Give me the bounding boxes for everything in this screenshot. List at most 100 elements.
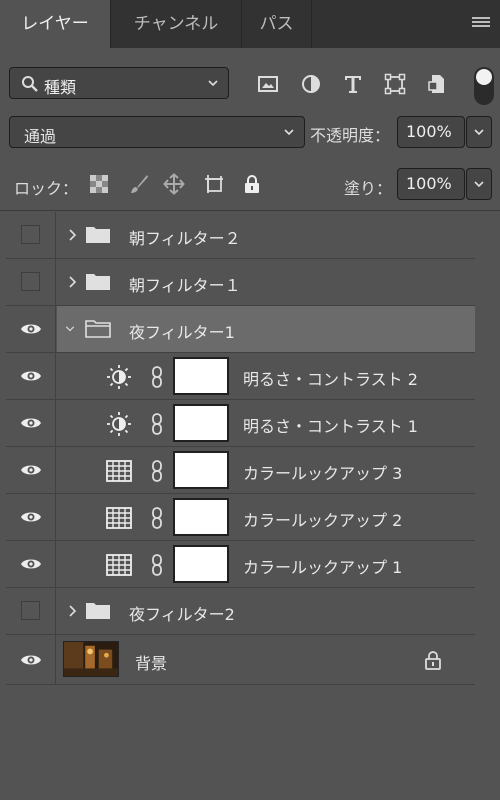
layer-row-selected[interactable]: 夜フィルター1 (6, 306, 475, 353)
layer-name: 明るさ・コントラスト 2 (243, 370, 418, 389)
color-lookup-icon (106, 460, 132, 482)
blend-mode-label: 通過 (24, 127, 57, 146)
filter-kind-label: 種類 (44, 78, 77, 97)
layer-row[interactable]: 背景 (6, 635, 475, 685)
layer-row[interactable]: 明るさ・コントラスト 2 (6, 353, 475, 400)
chevron-down-icon (208, 80, 218, 87)
tab-paths[interactable]: パス (242, 0, 312, 48)
blend-mode-select[interactable]: 通過 (9, 116, 305, 148)
fill-label: 塗り： (344, 179, 393, 198)
layer-filter-select[interactable]: 種類 (9, 67, 229, 99)
chevron-right-icon[interactable] (66, 274, 78, 290)
eye-icon (21, 655, 41, 665)
brightness-contrast-icon (107, 412, 131, 436)
link-icon[interactable] (150, 412, 164, 436)
visibility-toggle[interactable] (6, 541, 56, 587)
chevron-right-icon[interactable] (66, 603, 78, 619)
chevron-right-icon[interactable] (66, 227, 78, 243)
opacity-label: 不透明度： (310, 126, 391, 145)
chevron-down-icon[interactable] (64, 321, 76, 337)
shape-filter-icon[interactable] (384, 73, 406, 95)
search-icon (22, 76, 38, 92)
eye-icon (21, 324, 41, 334)
image-filter-icon[interactable] (257, 73, 279, 95)
eye-icon (21, 465, 41, 475)
chevron-down-icon (474, 181, 484, 188)
chevron-down-icon (474, 129, 484, 136)
visibility-toggle[interactable] (6, 635, 56, 684)
lock-icon (425, 651, 441, 670)
layer-content[interactable]: カラールックアップ 2 (57, 494, 475, 540)
eye-icon (21, 512, 41, 522)
layer-content[interactable]: 朝フィルター１ (57, 259, 475, 305)
visibility-toggle[interactable] (6, 212, 56, 258)
layer-mask-thumbnail[interactable] (173, 404, 229, 442)
panel-menu-icon[interactable] (472, 17, 490, 31)
visibility-toggle[interactable] (6, 400, 56, 446)
type-filter-icon[interactable] (342, 73, 364, 95)
tab-layers[interactable]: レイヤー (0, 0, 111, 48)
filter-toggle[interactable] (474, 67, 494, 105)
lock-artboard-icon[interactable] (203, 173, 225, 195)
visibility-off-box (21, 601, 40, 620)
visibility-toggle[interactable] (6, 588, 56, 634)
fill-dropdown[interactable] (466, 168, 492, 200)
folder-open-icon (85, 320, 111, 338)
eye-icon (21, 371, 41, 381)
brightness-contrast-icon (107, 365, 131, 389)
layer-name: 背景 (135, 654, 168, 673)
layer-content[interactable]: 明るさ・コントラスト 2 (57, 353, 475, 399)
layer-content[interactable]: カラールックアップ 1 (57, 541, 475, 587)
link-icon[interactable] (150, 459, 164, 483)
layer-content[interactable]: 夜フィルター1 (57, 306, 475, 352)
link-icon[interactable] (150, 553, 164, 577)
lock-transparent-pixels-icon[interactable] (88, 173, 110, 195)
layers-list: 朝フィルター２ 朝フィルター１ 夜フィルター1 明るさ・コントラスト 2 明るさ… (6, 212, 475, 685)
visibility-off-box (21, 272, 40, 291)
visibility-toggle[interactable] (6, 447, 56, 493)
layer-name: カラールックアップ 1 (243, 558, 403, 577)
opacity-dropdown[interactable] (466, 116, 492, 148)
layer-row[interactable]: カラールックアップ 1 (6, 541, 475, 588)
scroll-gutter (475, 212, 500, 682)
link-icon[interactable] (150, 365, 164, 389)
folder-icon (86, 227, 110, 243)
adjustment-filter-icon[interactable] (300, 73, 322, 95)
chevron-down-icon (284, 129, 294, 136)
layer-content[interactable]: 明るさ・コントラスト 1 (57, 400, 475, 446)
layer-image-thumbnail[interactable] (63, 641, 119, 677)
visibility-toggle[interactable] (6, 494, 56, 540)
layer-row[interactable]: 夜フィルター2 (6, 588, 475, 635)
layer-name: 夜フィルター2 (129, 605, 235, 624)
tab-channels[interactable]: チャンネル (111, 0, 242, 48)
visibility-toggle[interactable] (6, 306, 56, 352)
visibility-toggle[interactable] (6, 353, 56, 399)
layer-content[interactable]: カラールックアップ 3 (57, 447, 475, 493)
folder-icon (86, 274, 110, 290)
eye-icon (21, 559, 41, 569)
opacity-input[interactable]: 100% (397, 116, 465, 148)
lock-label: ロック： (14, 179, 79, 198)
layer-content[interactable]: 朝フィルター２ (57, 212, 475, 258)
layer-mask-thumbnail[interactable] (173, 357, 229, 395)
layer-mask-thumbnail[interactable] (173, 451, 229, 489)
color-lookup-icon (106, 554, 132, 576)
layer-row[interactable]: 朝フィルター２ (6, 212, 475, 259)
layer-name: 明るさ・コントラスト 1 (243, 417, 418, 436)
smart-object-filter-icon[interactable] (426, 73, 448, 95)
lock-position-icon[interactable] (163, 173, 185, 195)
lock-image-pixels-icon[interactable] (128, 173, 150, 195)
layer-mask-thumbnail[interactable] (173, 545, 229, 583)
layer-row[interactable]: 明るさ・コントラスト 1 (6, 400, 475, 447)
visibility-toggle[interactable] (6, 259, 56, 305)
layer-mask-thumbnail[interactable] (173, 498, 229, 536)
lock-all-icon[interactable] (241, 173, 263, 195)
link-icon[interactable] (150, 506, 164, 530)
layer-content[interactable]: 背景 (57, 635, 475, 684)
layer-content[interactable]: 夜フィルター2 (57, 588, 475, 634)
layer-row[interactable]: 朝フィルター１ (6, 259, 475, 306)
layer-row[interactable]: カラールックアップ 2 (6, 494, 475, 541)
layer-name: 朝フィルター１ (129, 276, 241, 295)
layer-row[interactable]: カラールックアップ 3 (6, 447, 475, 494)
fill-input[interactable]: 100% (397, 168, 465, 200)
